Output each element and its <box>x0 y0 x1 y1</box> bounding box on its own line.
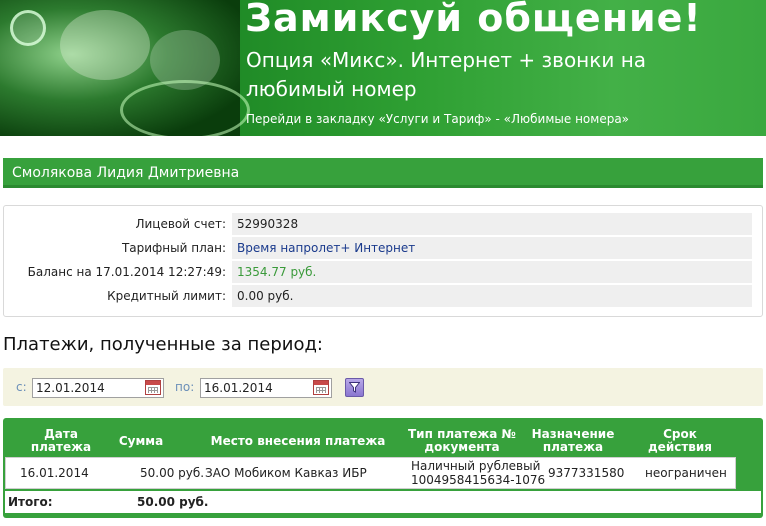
promo-banner[interactable]: Замиксуй общение! Опция «Микс». Интернет… <box>0 0 766 136</box>
col-type-header: Тип платежа № документа <box>408 427 516 454</box>
total-label: Итого: <box>8 495 53 509</box>
payment-type: Наличный рублевый <box>411 459 541 473</box>
from-date-input[interactable] <box>33 379 141 397</box>
period-filter-bar: с: по: <box>3 368 763 406</box>
filter-icon <box>349 382 360 393</box>
banner-image <box>0 0 250 136</box>
from-date-field[interactable] <box>32 378 164 398</box>
table-row: 16.01.2014 50.00 руб. ЗАО Мобиком Кавказ… <box>5 457 736 489</box>
to-date-input[interactable] <box>201 379 309 397</box>
from-label: с: <box>16 380 27 394</box>
col-place-header: Место внесения платежа <box>210 434 386 448</box>
apply-filter-button[interactable] <box>345 378 364 397</box>
payment-purpose: 9377331580 <box>548 466 625 480</box>
tariff-label: Тарифный план: <box>121 241 226 255</box>
tariff-row: Тарифный план: Время напролет+ Интернет <box>4 237 762 259</box>
to-label: по: <box>175 380 195 394</box>
to-date-field[interactable] <box>200 378 332 398</box>
col-purpose-header: Назначение платежа <box>531 427 615 454</box>
account-number-value: 52990328 <box>232 213 752 235</box>
subscriber-name-bar: Смолякова Лидия Дмитриевна <box>3 158 763 188</box>
payments-table: Дата платежа Сумма Место внесения платеж… <box>3 418 763 518</box>
banner-title: Замиксуй общение! <box>245 0 702 40</box>
total-row: Итого: 50.00 руб. <box>5 491 761 513</box>
payments-title: Платежи, полученные за период: <box>3 334 323 355</box>
payment-amount: 50.00 руб. <box>140 466 205 480</box>
account-number-label: Лицевой счет: <box>135 217 226 231</box>
payment-doc-number: 1004958415634-1076 <box>411 473 546 487</box>
payment-term: неограничен <box>645 466 727 480</box>
calendar-icon[interactable] <box>145 380 161 395</box>
balance-label: Баланс на 17.01.2014 12:27:49: <box>27 265 226 279</box>
credit-limit-row: Кредитный лимит: 0.00 руб. <box>4 285 762 307</box>
col-amount-header: Сумма <box>118 434 164 448</box>
col-term-header: Срок действия <box>647 427 712 454</box>
banner-link[interactable]: Перейди в закладку «Услуги и Тариф» - «Л… <box>246 112 629 126</box>
payment-place: ЗАО Мобиком Кавказ ИБР <box>205 466 367 480</box>
balance-row: Баланс на 17.01.2014 12:27:49: 1354.77 р… <box>4 261 762 283</box>
subscriber-name: Смолякова Лидия Дмитриевна <box>12 165 240 181</box>
account-info-box: Лицевой счет: 52990328 Тарифный план: Вр… <box>3 205 763 317</box>
banner-subtitle: Опция «Микс». Интернет + звонки на любим… <box>246 48 647 101</box>
credit-limit-label: Кредитный лимит: <box>107 289 226 303</box>
col-date-header: Дата платежа <box>30 427 92 454</box>
calendar-icon[interactable] <box>313 380 329 395</box>
tariff-link[interactable]: Время напролет+ Интернет <box>232 237 752 259</box>
credit-limit-value: 0.00 руб. <box>232 285 752 307</box>
balance-value: 1354.77 руб. <box>232 261 752 283</box>
total-value: 50.00 руб. <box>137 495 209 509</box>
account-number-row: Лицевой счет: 52990328 <box>4 213 762 235</box>
payment-date: 16.01.2014 <box>20 466 89 480</box>
